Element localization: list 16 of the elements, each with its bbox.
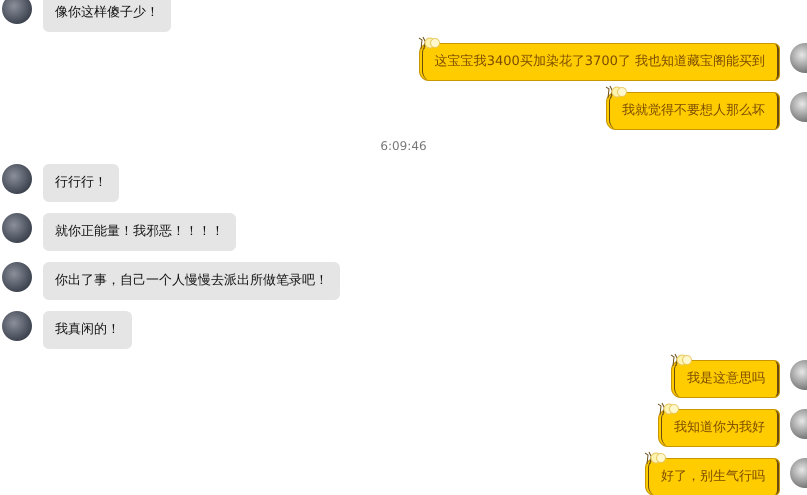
received-message-bubble: 行行行！ bbox=[43, 164, 119, 202]
bee-antenna-icon bbox=[418, 36, 442, 50]
avatar[interactable] bbox=[2, 311, 32, 341]
bee-antenna-icon bbox=[657, 402, 681, 416]
received-message-bubble: 我真闲的！ bbox=[43, 311, 132, 349]
avatar[interactable] bbox=[2, 213, 32, 243]
received-message-bubble: 你出了事，自己一个人慢慢去派出所做笔录吧！ bbox=[43, 262, 340, 300]
received-message-bubble: 像你这样傻子少！ bbox=[43, 0, 171, 32]
bee-antenna-icon bbox=[605, 85, 629, 99]
bee-antenna-icon bbox=[670, 353, 694, 367]
received-message-bubble: 就你正能量！我邪恶！！！！ bbox=[43, 213, 236, 251]
bee-antenna-icon bbox=[644, 451, 668, 465]
avatar[interactable] bbox=[2, 0, 32, 24]
message-timestamp: 6:09:46 bbox=[380, 139, 427, 153]
avatar[interactable] bbox=[2, 262, 32, 292]
avatar[interactable] bbox=[2, 164, 32, 194]
